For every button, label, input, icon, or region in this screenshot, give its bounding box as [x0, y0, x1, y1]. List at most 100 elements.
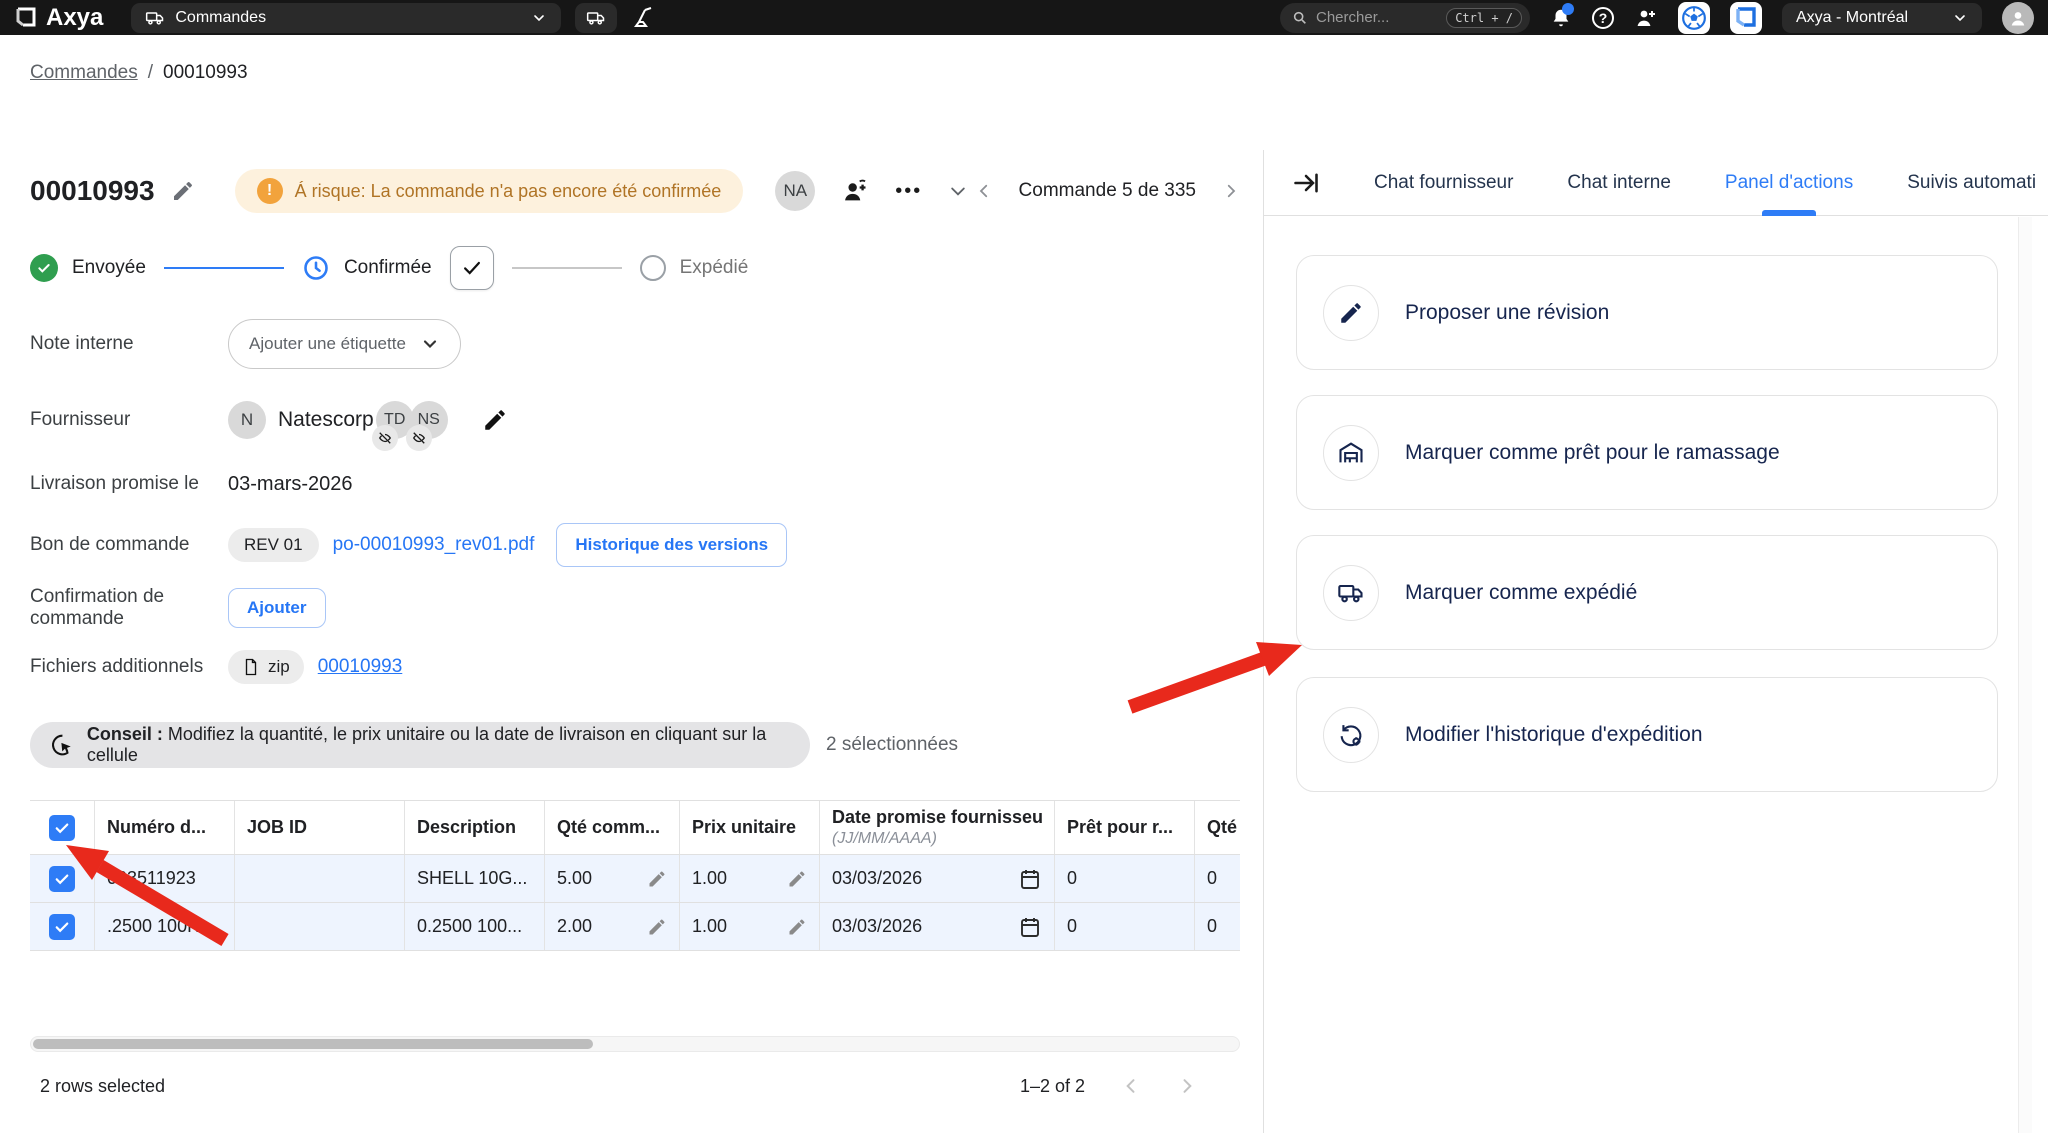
- edit-price-icon[interactable]: [787, 869, 807, 889]
- cell-qty2[interactable]: 0: [1195, 903, 1240, 950]
- breadcrumb-link-commandes[interactable]: Commandes: [30, 62, 138, 84]
- cell-job-id[interactable]: [235, 855, 405, 902]
- additional-file-link[interactable]: 00010993: [318, 656, 403, 678]
- action-label: Marquer comme expédié: [1405, 581, 1637, 605]
- col-header-job-id[interactable]: JOB ID: [235, 801, 405, 854]
- cursor-click-icon: [50, 732, 75, 758]
- assignee-avatar[interactable]: NA: [775, 171, 815, 211]
- action-mark-shipped[interactable]: Marquer comme expédié: [1296, 535, 1998, 650]
- chevron-down-icon[interactable]: [948, 181, 968, 201]
- col-header-qty2[interactable]: Qté: [1195, 801, 1240, 854]
- supplier-avatar[interactable]: N: [228, 401, 266, 439]
- user-avatar[interactable]: [2002, 2, 2034, 34]
- date-format-hint: (JJ/MM/AAAA): [832, 829, 1043, 848]
- next-order-icon[interactable]: [1222, 182, 1240, 200]
- edit-qty-icon[interactable]: [647, 869, 667, 889]
- cell-unit-price[interactable]: 1.00: [680, 855, 820, 902]
- file-type-badge: zip: [228, 650, 304, 684]
- vertical-scrollbar[interactable]: [2018, 217, 2032, 1133]
- cell-description[interactable]: SHELL 10G...: [405, 855, 545, 902]
- col-header-ready[interactable]: Prêt pour r...: [1055, 801, 1195, 854]
- cell-ready[interactable]: 0: [1055, 903, 1195, 950]
- horizontal-scrollbar[interactable]: [30, 1036, 1240, 1052]
- add-confirmation-button[interactable]: Ajouter: [228, 588, 326, 628]
- action-mark-ready-pickup[interactable]: Marquer comme prêt pour le ramassage: [1296, 395, 1998, 510]
- assignee-initials: NA: [783, 181, 807, 201]
- more-actions-button[interactable]: •••: [895, 180, 922, 203]
- confirm-step-checkbox[interactable]: [450, 246, 494, 290]
- supplier-member-avatar[interactable]: NS: [410, 401, 448, 439]
- step-sent-check-icon: [30, 254, 58, 282]
- cell-unit-price[interactable]: 1.00: [680, 903, 820, 950]
- truck-icon: [586, 8, 606, 28]
- row-checkbox[interactable]: [49, 866, 75, 892]
- cell-ready[interactable]: 0: [1055, 855, 1195, 902]
- edit-qty-icon[interactable]: [647, 917, 667, 937]
- col-header-unit-price[interactable]: Prix unitaire: [680, 801, 820, 854]
- cell-numero[interactable]: 003511923: [95, 855, 235, 902]
- cell-description[interactable]: 0.2500 100...: [405, 903, 545, 950]
- calendar-icon[interactable]: [1018, 915, 1042, 939]
- module-select[interactable]: Commandes: [131, 3, 561, 33]
- field-promised-delivery: Livraison promise le 03-mars-2026: [30, 458, 1240, 510]
- edit-supplier-icon[interactable]: [482, 407, 508, 433]
- tab-panel-actions[interactable]: Panel d'actions: [1725, 150, 1853, 216]
- cell-promised-date[interactable]: 03/03/2026: [820, 903, 1055, 950]
- action-edit-shipping-history[interactable]: Modifier l'historique d'expédition: [1296, 677, 1998, 792]
- tip-body: Modifiez la quantité, le prix unitaire o…: [87, 724, 766, 765]
- col-header-promised-date[interactable]: Date promise fournisseu(JJ/MM/AAAA): [820, 801, 1055, 854]
- orders-shortcut-button[interactable]: [575, 3, 617, 33]
- cell-numero[interactable]: .2500 100K ...: [95, 903, 235, 950]
- right-panel: Chat fournisseur Chat interne Panel d'ac…: [1263, 150, 2048, 1133]
- tab-chat-interne[interactable]: Chat interne: [1567, 150, 1671, 216]
- add-tag-select-value: Ajouter une étiquette: [249, 334, 406, 354]
- chevron-down-icon: [1952, 10, 1968, 26]
- workbench-icon[interactable]: [631, 6, 655, 30]
- soccer-app-icon[interactable]: [1678, 2, 1710, 34]
- org-select[interactable]: Axya - Montréal: [1782, 3, 1982, 33]
- cell-job-id[interactable]: [235, 903, 405, 950]
- breadcrumb-separator: /: [148, 62, 153, 84]
- chevron-down-icon: [531, 10, 547, 26]
- promised-date-title: Date promise fournisseu: [832, 807, 1043, 829]
- supplier-name: Natescorp: [278, 408, 374, 432]
- next-page-icon[interactable]: [1177, 1076, 1197, 1096]
- search-input[interactable]: Chercher... Ctrl + /: [1280, 3, 1530, 33]
- help-button[interactable]: ?: [1592, 7, 1614, 29]
- select-all-checkbox[interactable]: [49, 815, 75, 841]
- row-checkbox[interactable]: [49, 914, 75, 940]
- scrollbar-thumb[interactable]: [33, 1039, 593, 1049]
- edit-title-icon[interactable]: [171, 179, 195, 203]
- app-logo[interactable]: Axya: [14, 4, 103, 32]
- table-row[interactable]: .2500 100K ... 0.2500 100... 2.00 1.00 0…: [30, 903, 1240, 951]
- table-row[interactable]: 003511923 SHELL 10G... 5.00 1.00 03/03/2…: [30, 855, 1240, 903]
- cell-qty2[interactable]: 0: [1195, 855, 1240, 902]
- check-icon: [461, 257, 483, 279]
- field-label: Confirmation de commande: [30, 586, 228, 630]
- tab-chat-fournisseur[interactable]: Chat fournisseur: [1374, 150, 1513, 216]
- notifications-button[interactable]: [1550, 7, 1572, 29]
- qty-value: 5.00: [557, 868, 592, 889]
- tab-suivis-automatiques[interactable]: Suivis automati: [1907, 150, 2036, 216]
- cell-promised-date[interactable]: 03/03/2026: [820, 855, 1055, 902]
- col-header-description[interactable]: Description: [405, 801, 545, 854]
- collapse-panel-icon[interactable]: [1292, 169, 1320, 197]
- chevron-down-icon: [420, 334, 440, 354]
- add-tag-select[interactable]: Ajouter une étiquette: [228, 319, 461, 369]
- version-history-button[interactable]: Historique des versions: [556, 523, 787, 567]
- action-propose-revision[interactable]: Proposer une révision: [1296, 255, 1998, 370]
- edit-price-icon[interactable]: [787, 917, 807, 937]
- prev-page-icon[interactable]: [1121, 1076, 1141, 1096]
- prev-order-icon[interactable]: [975, 182, 993, 200]
- col-header-numero[interactable]: Numéro d...: [95, 801, 235, 854]
- cell-qty[interactable]: 2.00: [545, 903, 680, 950]
- add-collaborator-icon[interactable]: [841, 177, 869, 205]
- docs-app-icon[interactable]: [1730, 2, 1762, 34]
- cell-qty[interactable]: 5.00: [545, 855, 680, 902]
- calendar-icon[interactable]: [1018, 867, 1042, 891]
- selected-count: 2 sélectionnées: [826, 734, 958, 756]
- col-header-qty[interactable]: Qté comm...: [545, 801, 680, 854]
- po-file-link[interactable]: po-00010993_rev01.pdf: [333, 534, 535, 556]
- org-select-value: Axya - Montréal: [1796, 9, 1908, 27]
- invite-user-icon[interactable]: [1634, 6, 1658, 30]
